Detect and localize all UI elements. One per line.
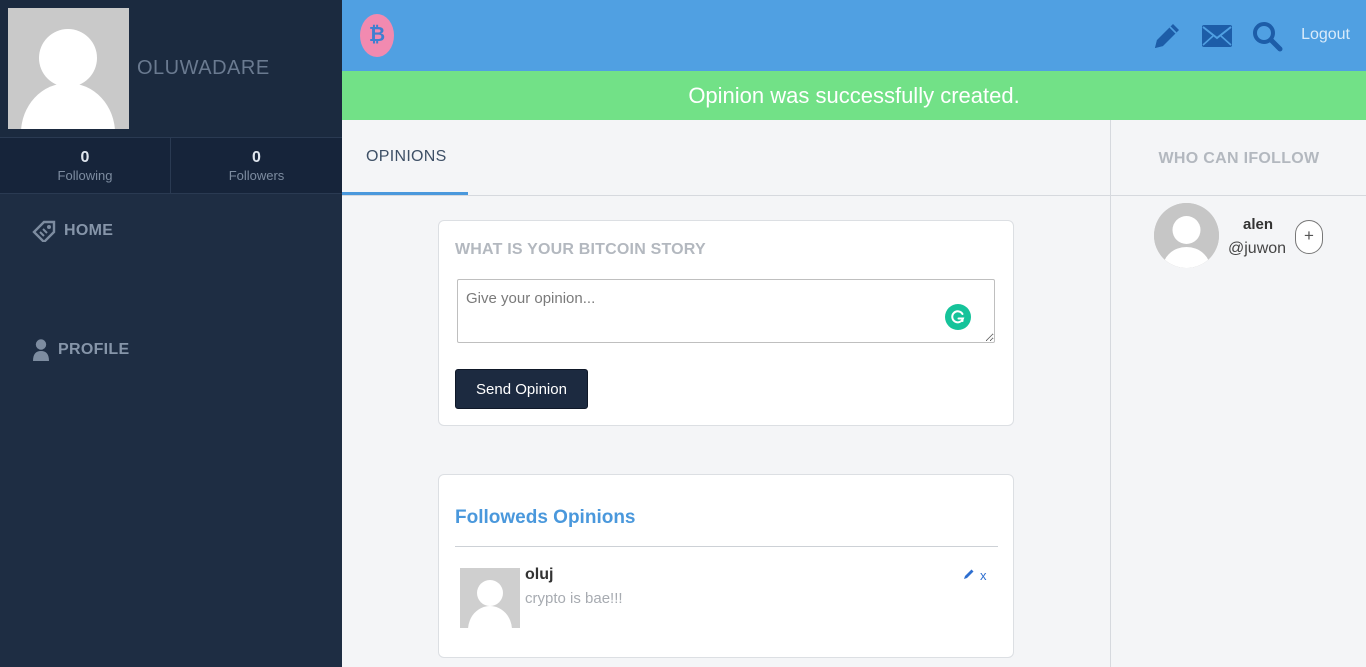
top-bar: ₿ Logout	[342, 0, 1366, 71]
who-to-follow-panel: WHO CAN IFOLLOW alen @juwon +	[1110, 120, 1366, 667]
suggested-user-handle: @juwon	[1228, 240, 1287, 257]
who-to-follow-header: WHO CAN IFOLLOW	[1111, 120, 1366, 196]
nav-home[interactable]: HOME	[32, 219, 113, 243]
user-avatar[interactable]	[8, 8, 129, 129]
grammarly-icon[interactable]	[945, 304, 971, 330]
following-stat[interactable]: 0 Following	[0, 138, 171, 193]
divider	[455, 546, 998, 547]
post-avatar[interactable]	[460, 568, 520, 628]
nav-profile-label: PROFILE	[58, 341, 130, 358]
logout-link[interactable]: Logout	[1301, 26, 1350, 44]
followed-opinions-card: Followeds Opinions oluj crypto is bae!!!…	[438, 474, 1014, 658]
form-title: WHAT IS YOUR BITCOIN STORY	[455, 241, 706, 258]
avatar-placeholder-icon	[8, 8, 129, 129]
avatar-placeholder-icon	[460, 568, 520, 628]
tab-opinions[interactable]: OPINIONS	[342, 120, 468, 195]
who-to-follow-title: WHO CAN IFOLLOW	[1158, 150, 1320, 167]
followers-label: Followers	[228, 168, 285, 183]
envelope-icon[interactable]	[1200, 19, 1234, 53]
username: OLUWADARE	[137, 57, 270, 79]
profile-header: OLUWADARE	[0, 0, 342, 137]
post-author[interactable]: oluj	[525, 566, 553, 584]
tab-opinions-label: OPINIONS	[366, 148, 447, 165]
suggested-user-name[interactable]: alen	[1228, 216, 1288, 233]
bitcoin-logo-icon[interactable]: ₿	[360, 14, 394, 57]
tab-bar: OPINIONS	[342, 120, 1110, 196]
tag-icon	[32, 219, 56, 243]
opinion-input[interactable]	[457, 279, 995, 343]
delete-post-button[interactable]: x	[980, 568, 987, 583]
sidebar: OLUWADARE 0 Following 0 Followers HOME P…	[0, 0, 342, 667]
user-icon	[32, 338, 50, 362]
followers-stat[interactable]: 0 Followers	[171, 138, 342, 193]
opinion-form-card: WHAT IS YOUR BITCOIN STORY Send Opinion	[438, 220, 1014, 426]
main-content: OPINIONS WHAT IS YOUR BITCOIN STORY Send…	[342, 120, 1110, 667]
post-actions: x	[963, 568, 987, 583]
avatar-placeholder-icon	[1154, 203, 1219, 268]
suggested-user-avatar[interactable]	[1154, 203, 1219, 268]
follow-button[interactable]: +	[1295, 220, 1323, 254]
followers-count: 0	[252, 149, 261, 166]
feed-title: Followeds Opinions	[455, 507, 636, 528]
nav-profile[interactable]: PROFILE	[32, 338, 129, 362]
post-text: crypto is bae!!!	[525, 590, 623, 607]
send-opinion-button[interactable]: Send Opinion	[455, 369, 588, 409]
pencil-icon[interactable]	[1150, 19, 1184, 53]
following-label: Following	[57, 168, 113, 183]
nav-home-label: HOME	[64, 222, 114, 239]
search-icon[interactable]	[1250, 19, 1284, 53]
following-count: 0	[80, 149, 90, 166]
success-flash-message: Opinion was successfully created.	[342, 71, 1366, 120]
edit-pencil-icon[interactable]	[963, 568, 975, 583]
follow-stats: 0 Following 0 Followers	[0, 137, 342, 194]
